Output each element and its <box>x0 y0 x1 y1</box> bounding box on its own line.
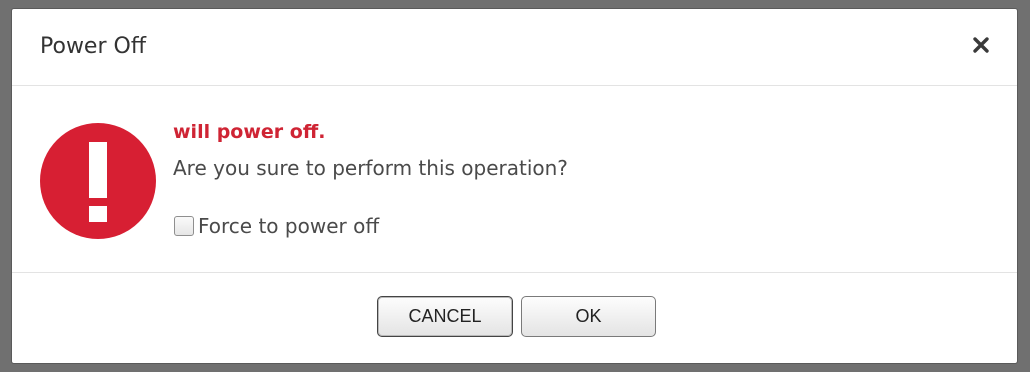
force-power-off-checkbox[interactable] <box>174 216 194 236</box>
ok-button[interactable]: OK <box>521 296 656 337</box>
dialog-footer: CANCEL OK <box>12 274 1017 364</box>
cancel-button[interactable]: CANCEL <box>377 296 513 337</box>
dialog-title: Power Off <box>40 34 146 59</box>
dialog-body: will power off. Are you sure to perform … <box>12 87 1017 273</box>
close-button[interactable] <box>971 35 991 55</box>
force-power-off-label: Force to power off <box>198 214 380 238</box>
close-icon <box>973 37 989 53</box>
power-off-dialog: Power Off will power off. Are you sure t… <box>11 8 1018 364</box>
exclamation-icon <box>39 122 157 240</box>
warning-title: will power off. <box>173 121 326 143</box>
force-power-off-option[interactable]: Force to power off <box>174 214 379 238</box>
dialog-header: Power Off <box>12 9 1017 86</box>
confirmation-text: Are you sure to perform this operation? <box>173 156 568 180</box>
